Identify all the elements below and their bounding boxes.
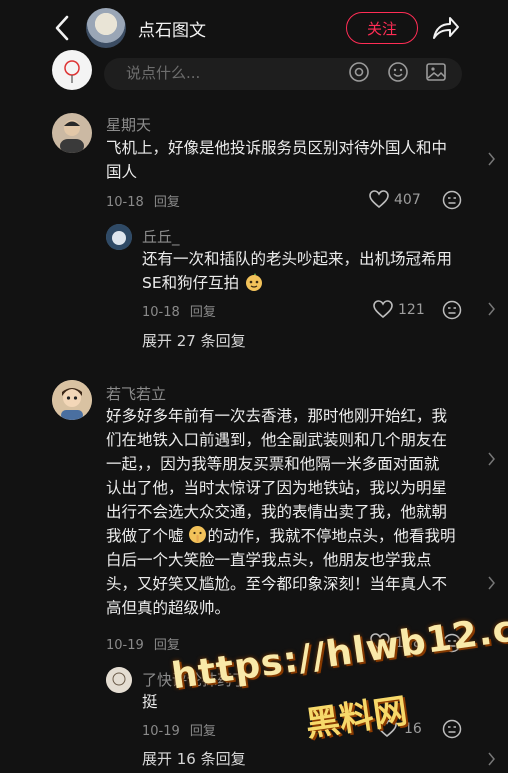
comment-line: 认出了他，当时太惊讶了因为地铁站，我以为明星 <box>106 479 448 497</box>
emoji-face-icon <box>246 273 263 291</box>
heart-icon[interactable] <box>369 190 389 209</box>
reply-avatar[interactable] <box>106 224 132 250</box>
reply-line: 还有一次和插队的老头吵起来，出机场冠希用 <box>142 250 453 268</box>
dislike-face-icon[interactable] <box>442 719 462 739</box>
comment-input-placeholder[interactable]: 说点什么... <box>126 62 200 83</box>
shush-emoji-icon <box>189 526 207 543</box>
avatar-cartoon-icon <box>106 224 132 250</box>
comment-text: 好多好多年前有一次去香港，那时他刚开始红，我 们在地铁入口前遇到，他全副武装则和… <box>106 404 455 620</box>
reply-date: 10-18 <box>142 305 180 320</box>
comment-line: 一起，，因为我等朋友买票和他隔一米多面对面就 <box>106 455 440 473</box>
follow-button[interactable]: 关注 <box>346 12 418 44</box>
dislike-face-icon[interactable] <box>442 190 462 210</box>
avatar-sketch-icon <box>106 667 132 693</box>
reply-meta: 10-18 回复 <box>142 301 216 320</box>
reply-text: 还有一次和插队的老头吵起来，出机场冠希用 SE和狗仔互拍 <box>142 247 452 295</box>
commenter-avatar[interactable] <box>52 113 92 153</box>
reply-button[interactable]: 回复 <box>154 195 180 210</box>
emoji-icon[interactable] <box>387 61 409 83</box>
expand-replies-button[interactable]: 展开 27 条回复 <box>142 330 246 351</box>
reply-line: SE和狗仔互拍 <box>142 271 452 295</box>
avatar-lollipop-icon <box>64 60 80 83</box>
comment-date: 10-18 <box>106 195 144 210</box>
comment-line: 我做了个嘘 的动作，我就不停地点头，他看我明 <box>106 524 455 548</box>
like-count: 407 <box>394 192 421 208</box>
comment-line: 们在地铁入口前遇到，他全副武装则和几个朋友在 <box>106 431 448 449</box>
reply-button[interactable]: 回复 <box>190 305 216 320</box>
dislike-face-icon[interactable] <box>442 300 462 320</box>
comment-line: 出行不会选大众交通，我的表情出卖了我，他就朝 <box>106 503 448 521</box>
reply-date: 10-19 <box>142 724 180 739</box>
reply-avatar[interactable] <box>106 667 132 693</box>
comment-line: 国人 <box>106 163 138 181</box>
comment-line: 头，又好笑又尴尬。至今都印象深刻！当年真人不 <box>106 575 448 593</box>
author-avatar[interactable] <box>86 8 126 48</box>
share-icon[interactable] <box>430 14 460 42</box>
reply-button[interactable]: 回复 <box>190 724 216 739</box>
edge-chevron-icon <box>488 452 495 466</box>
comment-text: 飞机上，好像是他投诉服务员区别对待外国人和中 国人 <box>106 136 447 184</box>
comment-line: 飞机上，好像是他投诉服务员区别对待外国人和中 <box>106 139 448 157</box>
person-avatar-icon <box>60 120 84 153</box>
edge-chevron-icon <box>488 152 495 166</box>
comment-line: 白后一个大笑脸一直学我点头，他朋友也学我点 <box>106 551 432 569</box>
commenter-avatar[interactable] <box>52 380 92 420</box>
edge-chevron-icon <box>488 576 495 590</box>
back-arrow-icon[interactable] <box>50 14 76 42</box>
reply-button[interactable]: 回复 <box>154 638 180 653</box>
comment-line: 好多好多年前有一次去香港，那时他刚开始红，我 <box>106 407 448 425</box>
comment-meta: 10-18 回复 <box>106 191 180 210</box>
commenter-name[interactable]: 星期天 <box>106 114 151 135</box>
heart-icon[interactable] <box>373 300 393 319</box>
reply-author-name[interactable]: 丘丘_ <box>142 226 180 247</box>
edge-chevron-icon <box>488 302 495 316</box>
reply-text: 挺 <box>142 690 158 714</box>
like-count: 121 <box>398 302 425 318</box>
comment-date: 10-19 <box>106 638 144 653</box>
author-name[interactable]: 点石图文 <box>138 16 206 41</box>
at-mention-icon[interactable] <box>348 61 370 83</box>
edge-chevron-icon <box>488 752 495 766</box>
commenter-name[interactable]: 若飞若立 <box>106 383 166 404</box>
comment-line: 高但真的超级帅。 <box>106 599 231 617</box>
image-icon[interactable] <box>425 61 447 83</box>
my-avatar <box>52 50 92 90</box>
expand-replies-button[interactable]: 展开 16 条回复 <box>142 748 246 769</box>
reply-line: 挺 <box>142 693 158 711</box>
top-bar: 点石图文 关注 <box>0 0 508 56</box>
comment-line-text: 我做了个嘘 <box>106 527 184 545</box>
comment-line-text: 的动作，我就不停地点头，他看我明 <box>207 527 456 545</box>
reply-meta: 10-19 回复 <box>142 720 216 739</box>
comment-meta: 10-19 回复 <box>106 634 180 653</box>
person-avatar-icon <box>52 380 92 420</box>
reply-line-text: SE和狗仔互拍 <box>142 274 240 292</box>
